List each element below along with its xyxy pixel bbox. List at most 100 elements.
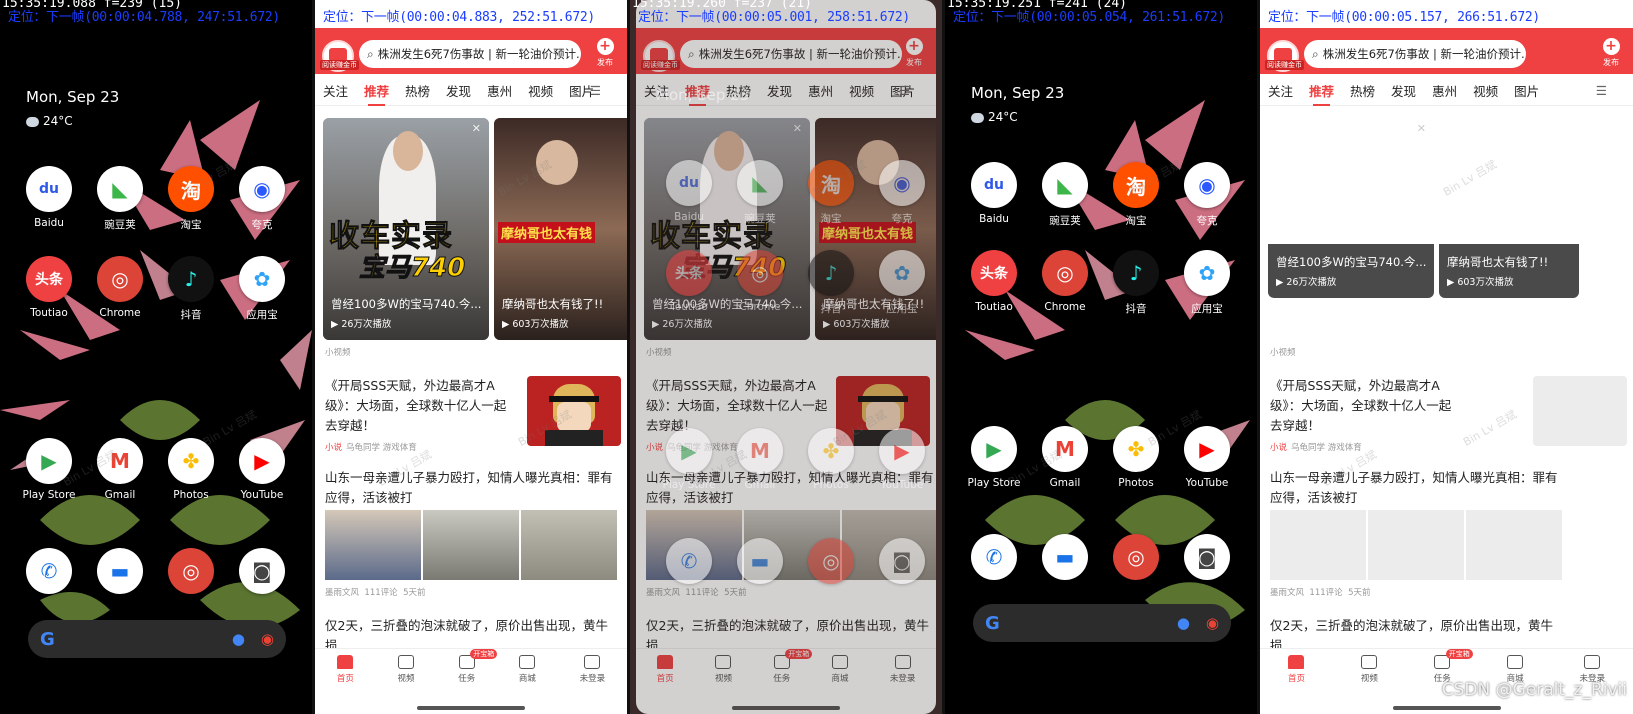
search-box[interactable]: ⌕ 株洲发生6死7伤事故 | 新一轮油价预计... (1304, 40, 1526, 68)
gesture-bar[interactable] (417, 706, 525, 710)
nav-task[interactable]: 开宝箱 任务 (458, 649, 498, 684)
image-1 (1270, 510, 1366, 580)
search-box[interactable]: ⌕ 株洲发生6死7伤事故 | 新一轮油价预计... (359, 40, 581, 68)
close-icon[interactable]: ✕ (1417, 122, 1426, 135)
app-Baidu[interactable]: du Baidu (14, 166, 84, 229)
article-2[interactable]: 山东一母亲遭儿子暴力殴打，知情人曝光真相：罪有应得，活该被打 (325, 468, 617, 508)
nav-video[interactable]: 视频 (398, 655, 415, 684)
article-meta: 墨雨文风 111评论 5天前 (325, 588, 426, 598)
tab-2[interactable]: 热榜 (726, 81, 751, 100)
lens-icon[interactable]: ◉ (261, 630, 274, 648)
nav-video[interactable]: 视频 (1361, 655, 1378, 684)
app-夸克[interactable]: ◉ 夸克 (1172, 162, 1242, 228)
gesture-bar[interactable] (1392, 706, 1501, 710)
app-camera[interactable]: ◙ (227, 548, 297, 594)
close-icon[interactable]: ✕ (793, 122, 802, 135)
tab-0[interactable]: 关注 (1268, 81, 1293, 100)
gesture-bar[interactable] (732, 706, 840, 710)
close-icon[interactable]: ✕ (472, 122, 481, 135)
app-messages[interactable]: ▬ (1030, 534, 1100, 580)
article-1[interactable]: 《开局SSS天赋，外边最高才A级》：大场面，全球数十亿人一起去穿越！ 小说 乌龟同… (325, 376, 515, 458)
tab-1[interactable]: 推荐 (1309, 81, 1334, 106)
tab-2[interactable]: 热榜 (1350, 81, 1375, 100)
nav-home[interactable]: 首页 (337, 655, 354, 684)
menu-icon[interactable]: ☰ (590, 83, 601, 98)
app-camera[interactable]: ◙ (1172, 534, 1242, 580)
app-应用宝[interactable]: ✿ 应用宝 (227, 256, 297, 322)
tab-4[interactable]: 惠州 (1432, 81, 1457, 100)
tab-3[interactable]: 发现 (1391, 81, 1416, 100)
tab-3[interactable]: 发现 (767, 81, 792, 100)
tab-5[interactable]: 视频 (849, 81, 874, 100)
frame-transition: 阅读赚金币 ⌕ 株洲发生6死7伤事故 | 新一轮油价预计... + 发布 关注 推荐… (630, 0, 942, 714)
app-豌豆荚[interactable]: ◣ 豌豆荚 (85, 166, 155, 232)
search-icon: ⌕ (688, 46, 695, 61)
app-Chrome[interactable]: ◎ Chrome (85, 256, 155, 319)
app-抖音[interactable]: ♪ 抖音 (1101, 250, 1171, 316)
nav-mall[interactable]: 商城 (832, 655, 849, 684)
tab-0[interactable]: 关注 (644, 81, 669, 100)
play-count: ▶ 603万次播放 (823, 319, 890, 330)
app-Toutiao[interactable]: 头条 Toutiao (959, 250, 1029, 313)
app-抖音[interactable]: ♪ 抖音 (156, 256, 226, 322)
publish-button[interactable]: + 发布 (1597, 38, 1625, 68)
nav-task[interactable]: 开宝箱 任务 (773, 649, 813, 684)
mic-icon[interactable]: ● (1177, 614, 1190, 632)
app-phone[interactable]: ✆ (14, 548, 84, 594)
article-2[interactable]: 山东一母亲遭儿子暴力殴打，知情人曝光真相：罪有应得，活该被打 (646, 468, 936, 508)
app-chrome-dock[interactable]: ◎ (1101, 534, 1171, 580)
publish-button[interactable]: + 发布 (591, 38, 619, 68)
app-夸克[interactable]: ◉ 夸克 (227, 166, 297, 232)
menu-icon[interactable]: ☰ (1596, 83, 1607, 98)
video-card-2[interactable]: 摩纳哥也太有钱 摩纳哥也太有钱了!! ▶ 603万次播放 (815, 118, 936, 340)
article-images[interactable] (325, 510, 617, 580)
app-messages[interactable]: ▬ (85, 548, 155, 594)
article-images[interactable] (646, 510, 936, 580)
menu-icon[interactable]: ☰ (899, 83, 910, 98)
nav-video[interactable]: 视频 (715, 655, 732, 684)
tab-0[interactable]: 关注 (323, 81, 348, 100)
nav-profile[interactable]: 未登录 (890, 655, 915, 684)
app-chrome-dock[interactable]: ◎ (156, 548, 226, 594)
tab-4[interactable]: 惠州 (808, 81, 833, 100)
search-box[interactable]: ⌕ 株洲发生6死7伤事故 | 新一轮油价预计... (680, 40, 902, 68)
app-应用宝[interactable]: ✿ 应用宝 (1172, 250, 1242, 316)
video-card-1[interactable]: 收车实录 宝马740 ✕ 曾经100多W的宝马740.今... ▶ 26万次播放 (1268, 118, 1434, 298)
google-search-bar[interactable]: G ● ◉ (28, 620, 286, 658)
article-1[interactable]: 《开局SSS天赋，外边最高才A级》：大场面，全球数十亿人一起去穿越！ 小说 乌龟同… (1270, 376, 1460, 458)
tab-4[interactable]: 惠州 (487, 81, 512, 100)
tab-5[interactable]: 视频 (1473, 81, 1498, 100)
tab-6[interactable]: 图片 (1514, 81, 1539, 100)
chrome-icon: ◎ (1042, 250, 1088, 296)
app-YouTube[interactable]: ▶ YouTube (1172, 426, 1242, 489)
app-Photos[interactable]: ✤ Photos (156, 438, 226, 501)
article-images[interactable] (1270, 510, 1562, 580)
video-icon (398, 655, 415, 669)
video-card-2[interactable]: 摩纳哥也太有钱 摩纳哥也太有钱了!! ▶ 603万次播放 (494, 118, 627, 340)
article-2[interactable]: 山东一母亲遭儿子暴力殴打，知情人曝光真相：罪有应得，活该被打 (1270, 468, 1562, 508)
video-card-1[interactable]: 收车实录 宝马740 ✕ 曾经100多W的宝马740.今... ▶ 26万次播放 (323, 118, 489, 340)
tab-1[interactable]: 推荐 (685, 81, 710, 106)
app-phone[interactable]: ✆ (959, 534, 1029, 580)
lens-icon[interactable]: ◉ (1206, 614, 1219, 632)
app-Chrome[interactable]: ◎ Chrome (1030, 250, 1100, 313)
wandoujia-icon: ◣ (97, 166, 143, 212)
app-Toutiao[interactable]: 头条 Toutiao (14, 256, 84, 319)
nav-home[interactable]: 首页 (657, 655, 674, 684)
mic-icon[interactable]: ● (232, 630, 245, 648)
app-Baidu[interactable]: du Baidu (959, 162, 1029, 225)
app-豌豆荚[interactable]: ◣ 豌豆荚 (1030, 162, 1100, 228)
google-search-bar[interactable]: G ● ◉ (973, 604, 1231, 642)
app-YouTube[interactable]: ▶ YouTube (227, 438, 297, 501)
tab-1[interactable]: 推荐 (364, 81, 389, 106)
article-thumbnail[interactable] (1533, 376, 1627, 446)
publish-button[interactable]: + 发布 (900, 38, 928, 68)
video-card-2[interactable]: 摩纳哥也太有钱 摩纳哥也太有钱了!! ▶ 603万次播放 (1439, 118, 1579, 298)
video-card-1[interactable]: 收车实录 宝马740 ✕ 曾经100多W的宝马740.今... ▶ 26万次播放 (644, 118, 810, 340)
tab-5[interactable]: 视频 (528, 81, 553, 100)
nav-mall[interactable]: 商城 (519, 655, 536, 684)
nav-profile[interactable]: 未登录 (580, 655, 605, 684)
tab-2[interactable]: 热榜 (405, 81, 430, 100)
tab-3[interactable]: 发现 (446, 81, 471, 100)
nav-home[interactable]: 首页 (1288, 655, 1305, 684)
